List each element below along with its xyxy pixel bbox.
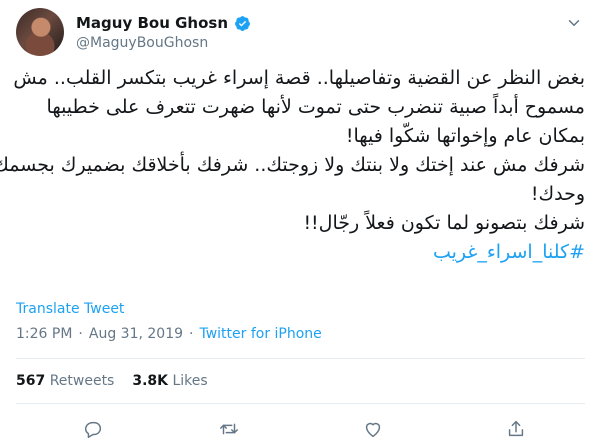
likes-label: Likes [172, 373, 208, 389]
translate-tweet-link[interactable]: Translate Tweet [16, 301, 124, 317]
share-icon[interactable] [505, 418, 527, 440]
chevron-down-icon[interactable] [565, 14, 583, 32]
divider [16, 403, 585, 404]
tweet-time[interactable]: 1:26 PM [16, 326, 72, 342]
tweet-line: مسموح أبداً صبية تنضرب حتى تموت لأنها ضه… [46, 96, 585, 118]
retweet-icon[interactable] [218, 418, 240, 440]
user-handle[interactable]: @MaguyBouGhosn [76, 35, 208, 51]
display-name[interactable]: Maguy Bou Ghosn [76, 14, 228, 32]
tweet-stats: 567 Retweets 3.8K Likes [16, 373, 208, 389]
meta-separator: · [78, 326, 83, 342]
retweets-label: Retweets [49, 373, 115, 389]
retweets-stat[interactable]: 567 Retweets [16, 373, 114, 389]
tweet-meta: 1:26 PM · Aug 31, 2019 · Twitter for iPh… [16, 326, 322, 342]
reply-icon[interactable] [82, 418, 104, 440]
tweet-actions [0, 414, 601, 446]
tweet-source-link[interactable]: Twitter for iPhone [199, 326, 321, 342]
tweet-date[interactable]: Aug 31, 2019 [89, 326, 183, 342]
tweet-line: وحدك! [530, 183, 585, 205]
tweet-header: Maguy Bou Ghosn @MaguyBouGhosn [0, 0, 601, 60]
tweet-line: بغض النظر عن القضية وتفاصيلها.. قصة إسرا… [13, 67, 585, 89]
tweet-line: بمكان عام وإخواتها شكّوا فيها! [345, 125, 585, 147]
tweet-line: شرفك بتصونو لما تكون فعلاً رجّال!! [303, 212, 585, 234]
heart-icon[interactable] [362, 418, 384, 440]
likes-stat[interactable]: 3.8K Likes [132, 373, 207, 389]
meta-separator: · [189, 326, 194, 342]
hashtag-link[interactable]: #كلنا_اسراء_غريب [16, 238, 585, 267]
verified-badge-icon [234, 15, 251, 32]
avatar[interactable] [16, 8, 64, 56]
tweet-text: بغض النظر عن القضية وتفاصيلها.. قصة إسرا… [0, 64, 585, 294]
retweets-count: 567 [16, 373, 46, 389]
likes-count: 3.8K [132, 373, 169, 389]
divider [16, 358, 585, 359]
name-line: Maguy Bou Ghosn [76, 14, 251, 32]
tweet-line: شرفك مش عند إختك ولا بنتك ولا زوجتك.. شر… [0, 154, 585, 176]
